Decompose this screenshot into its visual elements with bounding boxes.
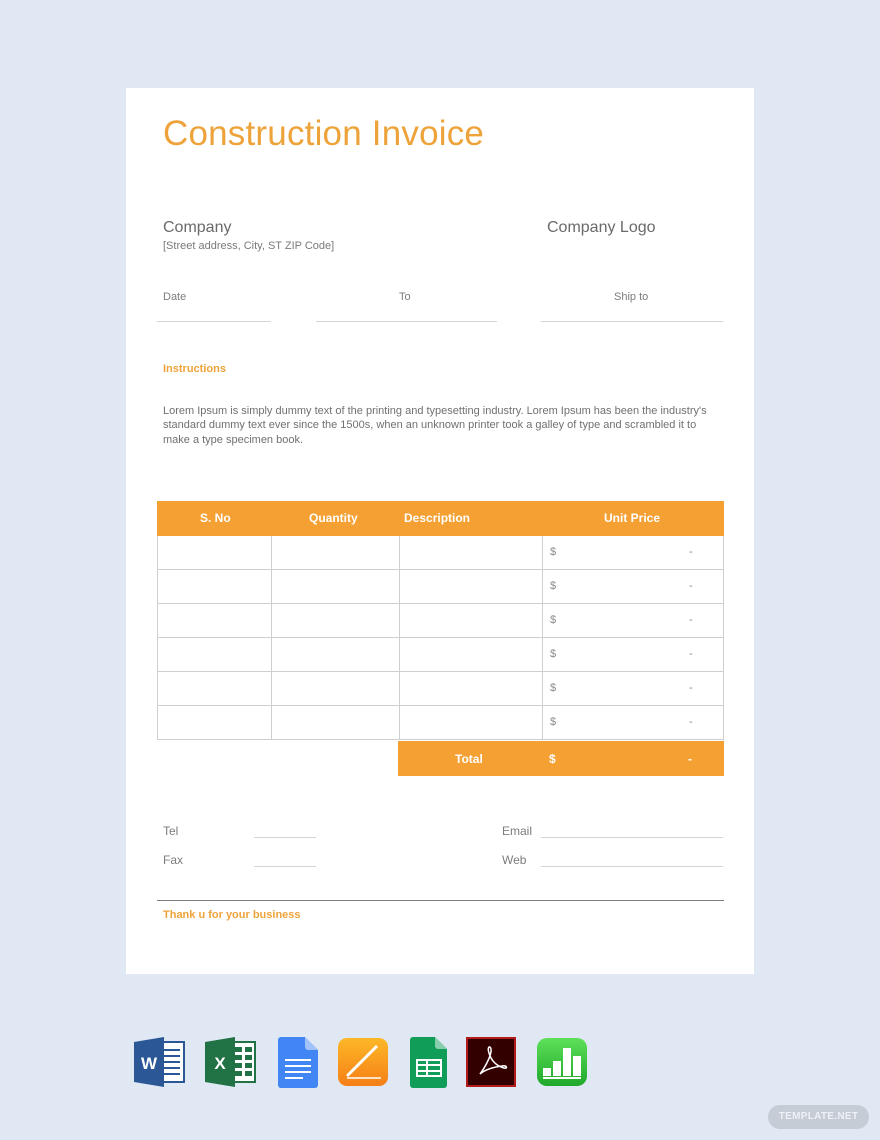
web-field[interactable] <box>541 866 723 867</box>
cell-unit-price[interactable]: - <box>689 546 693 558</box>
cell-description[interactable] <box>399 706 542 739</box>
thank-you-note: Thank u for your business <box>163 909 301 921</box>
tel-label: Tel <box>163 824 179 838</box>
cell-sno[interactable] <box>158 570 271 603</box>
header-quantity: Quantity <box>309 511 358 525</box>
excel-icon[interactable]: X <box>205 1036 257 1088</box>
instructions-heading: Instructions <box>163 363 226 375</box>
cell-description[interactable] <box>399 536 542 569</box>
header-sno: S. No <box>200 511 231 525</box>
table-row: $ - <box>157 536 724 570</box>
cell-description[interactable] <box>399 570 542 603</box>
web-label: Web <box>502 853 527 867</box>
cell-currency: $ <box>550 682 557 694</box>
ship-to-field[interactable] <box>541 321 723 322</box>
cell-unit-price[interactable]: - <box>689 614 693 626</box>
cell-sno[interactable] <box>158 706 271 739</box>
cell-quantity[interactable] <box>271 638 399 671</box>
invoice-page: Construction Invoice Company [Street add… <box>126 88 754 974</box>
table-row: $ - <box>157 638 724 672</box>
table-row: $ - <box>157 706 724 740</box>
header-unit-price: Unit Price <box>604 511 661 525</box>
svg-text:W: W <box>141 1054 158 1073</box>
cell-sno[interactable] <box>158 638 271 671</box>
acrobat-pdf-icon[interactable] <box>466 1036 518 1088</box>
items-table: S. No Quantity Description Unit Price $ -… <box>157 501 724 781</box>
template-net-watermark[interactable]: TEMPLATE.NET <box>768 1105 869 1129</box>
fax-label: Fax <box>163 853 184 867</box>
total-row: Total $ - <box>398 741 724 776</box>
cell-sno[interactable] <box>158 604 271 637</box>
company-name: Company <box>163 219 232 236</box>
column-divider <box>542 536 543 569</box>
svg-text:X: X <box>214 1054 226 1073</box>
invoice-title: Construction Invoice <box>163 114 485 153</box>
ship-to-label: Ship to <box>614 291 649 303</box>
date-label: Date <box>163 291 187 303</box>
cell-quantity[interactable] <box>271 706 399 739</box>
company-logo-placeholder: Company Logo <box>547 219 656 236</box>
table-row: $ - <box>157 672 724 706</box>
cell-unit-price[interactable]: - <box>689 716 693 728</box>
total-value: - <box>688 752 692 766</box>
total-label: Total <box>455 752 483 766</box>
cell-unit-price[interactable]: - <box>689 580 693 592</box>
table-header: S. No Quantity Description Unit Price <box>157 501 724 536</box>
cell-description[interactable] <box>399 672 542 705</box>
column-divider <box>542 570 543 603</box>
cell-unit-price[interactable]: - <box>689 682 693 694</box>
cell-quantity[interactable] <box>271 672 399 705</box>
google-docs-icon[interactable] <box>275 1036 327 1088</box>
numbers-icon[interactable] <box>536 1036 588 1088</box>
google-sheets-icon[interactable] <box>407 1036 459 1088</box>
cell-currency: $ <box>550 580 557 592</box>
header-description: Description <box>404 511 471 525</box>
cell-description[interactable] <box>399 604 542 637</box>
date-field[interactable] <box>157 321 271 322</box>
fax-field[interactable] <box>254 866 316 867</box>
cell-sno[interactable] <box>158 672 271 705</box>
table-row: $ - <box>157 570 724 604</box>
cell-currency: $ <box>550 648 557 660</box>
total-currency: $ <box>549 752 556 766</box>
pages-icon[interactable] <box>337 1036 389 1088</box>
cell-currency: $ <box>550 716 557 728</box>
instructions-body: Lorem Ipsum is simply dummy text of the … <box>163 405 707 446</box>
cell-quantity[interactable] <box>271 570 399 603</box>
column-divider <box>542 638 543 671</box>
column-divider <box>542 706 543 739</box>
email-field[interactable] <box>541 837 723 838</box>
cell-currency: $ <box>550 614 557 626</box>
cell-quantity[interactable] <box>271 604 399 637</box>
tel-field[interactable] <box>254 837 316 838</box>
to-label: To <box>399 291 411 303</box>
column-divider <box>542 672 543 705</box>
to-field[interactable] <box>316 321 497 322</box>
cell-description[interactable] <box>399 638 542 671</box>
footer-divider <box>157 900 724 901</box>
cell-unit-price[interactable]: - <box>689 648 693 660</box>
company-address: [Street address, City, ST ZIP Code] <box>163 240 335 252</box>
cell-quantity[interactable] <box>271 536 399 569</box>
column-divider <box>542 604 543 637</box>
word-icon[interactable]: W <box>134 1036 186 1088</box>
table-row: $ - <box>157 604 724 638</box>
cell-currency: $ <box>550 546 557 558</box>
email-label: Email <box>502 824 533 838</box>
cell-sno[interactable] <box>158 536 271 569</box>
